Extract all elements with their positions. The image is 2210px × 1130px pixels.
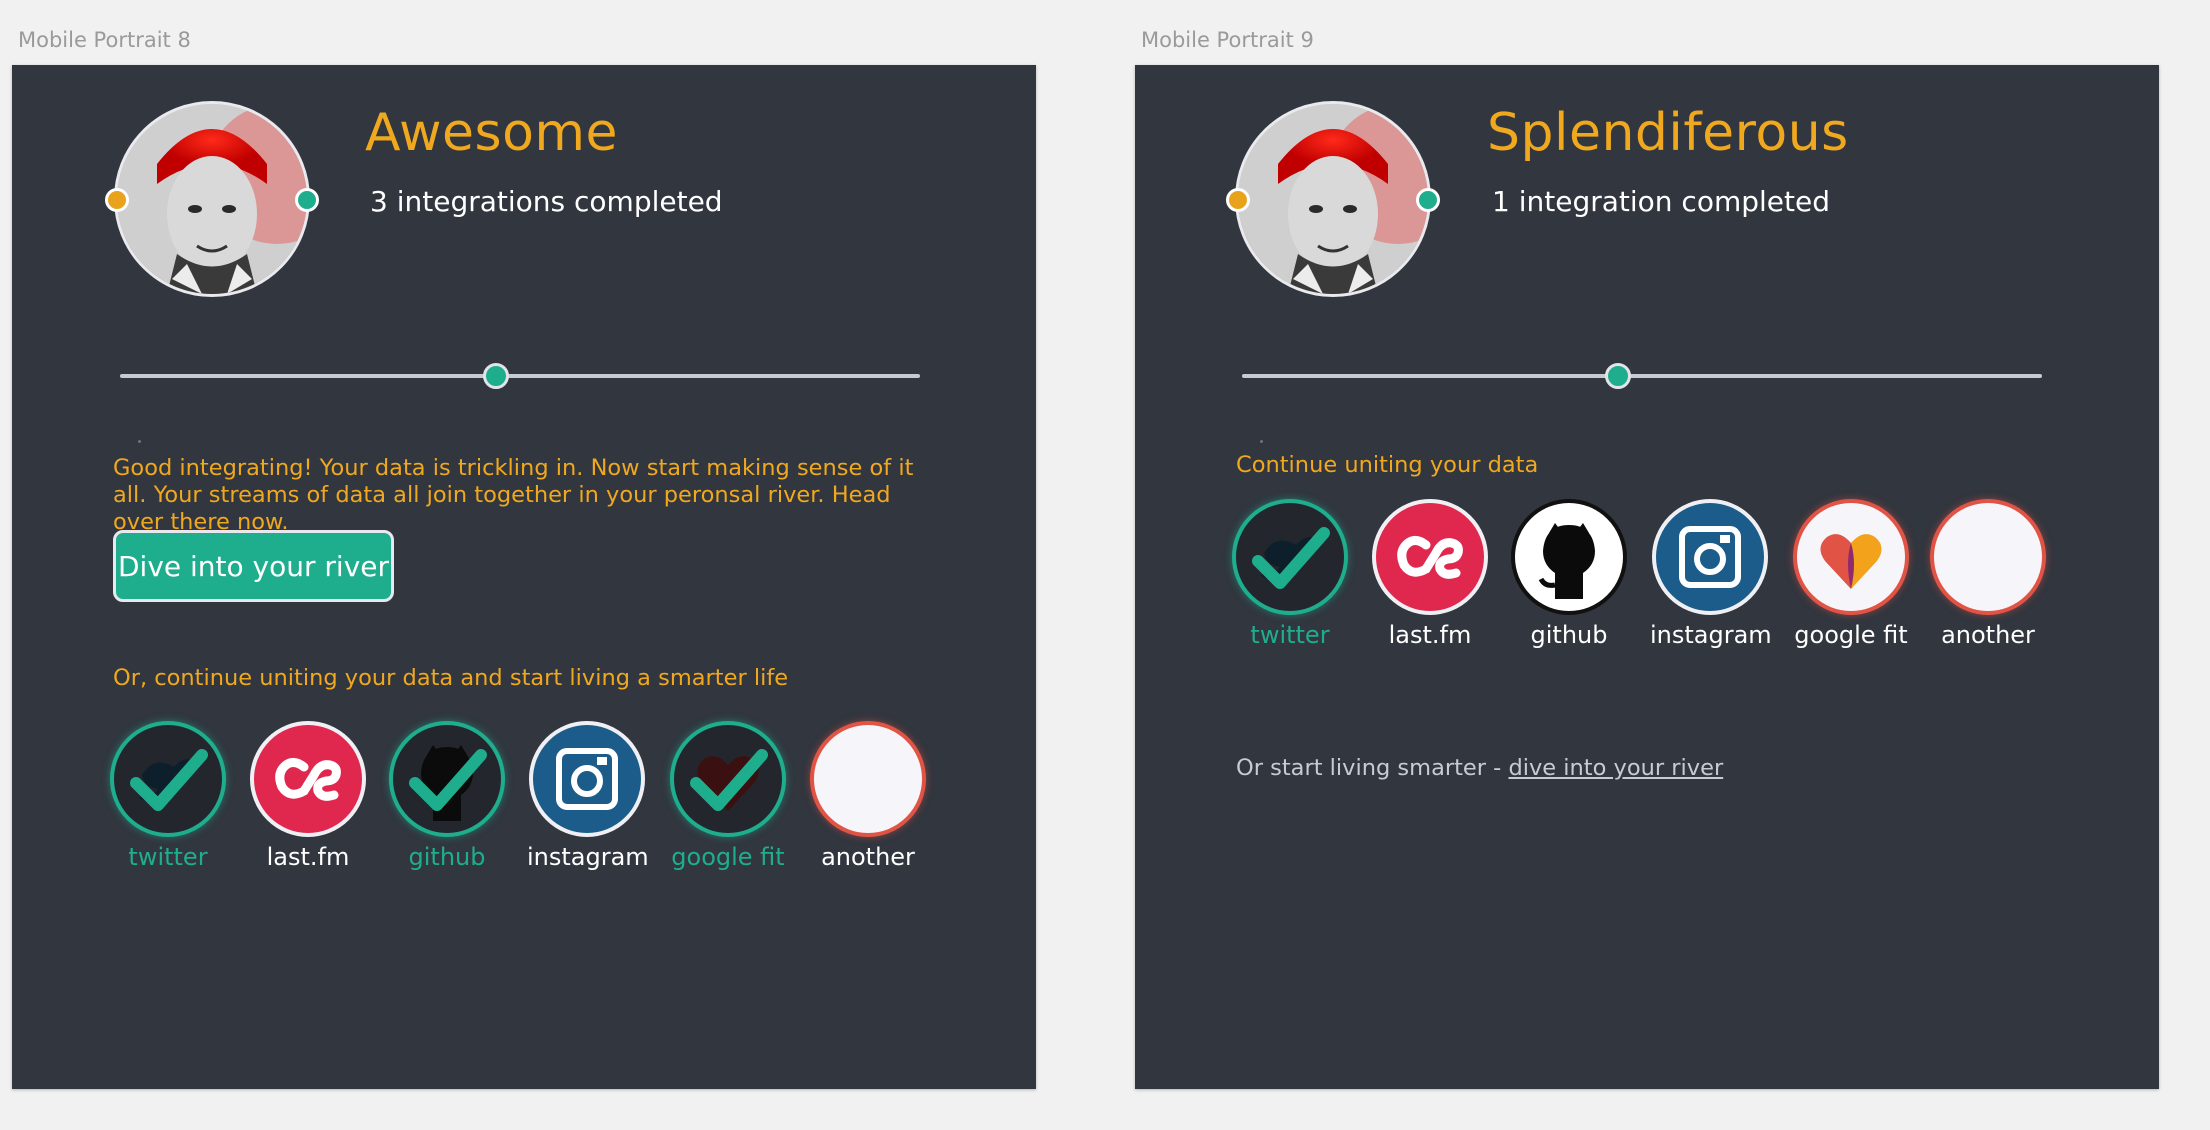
camera-icon [1652,499,1768,615]
integration-label: last.fm [1388,621,1472,649]
continue-uniting-label: Continue uniting your data [1236,452,1539,478]
integration-label: twitter [1250,621,1330,649]
integration-label: github [408,843,486,871]
progress-slider[interactable] [120,363,920,389]
continue-uniting-label: Or, continue uniting your data and start… [113,665,789,691]
artboard-name: Mobile Portrait 8 [18,28,191,52]
twitter-icon [1232,499,1348,615]
integration-label: last.fm [266,843,350,871]
integration-instagram[interactable]: instagram [1650,499,1772,649]
divider-dot [1260,440,1263,443]
integration-label: another [1941,621,2035,649]
integration-github[interactable]: github [1509,499,1629,649]
integration-label: another [821,843,915,871]
artboard-mobile-portrait-9: Splendiferous 1 integration completed Co… [1135,65,2159,1089]
avatar-portrait [117,104,307,294]
integration-label: github [1530,621,1608,649]
avatar-handle-right [295,188,319,212]
avatar [114,101,310,297]
integration-google-fit[interactable]: google fit [1791,499,1911,649]
lastfm-icon [1372,499,1488,615]
octocat-icon [389,721,505,837]
profile-avatar-ring [1226,101,1440,297]
heart-icon [670,721,786,837]
avatar-portrait [1238,104,1428,294]
avatar-handle-left [105,188,129,212]
integration-google-fit[interactable]: google fit [668,721,788,871]
page-title: Awesome [365,103,619,163]
integration-another[interactable]: another [808,721,928,871]
artboard-mobile-portrait-8: Awesome 3 integrations completed Good in… [12,65,1036,1089]
avatar-handle-right [1416,188,1440,212]
octocat-icon [1511,499,1627,615]
footer-cta: Or start living smarter - dive into your… [1236,755,1723,781]
dive-into-river-button[interactable]: Dive into your river [113,530,394,602]
integration-label: google fit [671,843,785,871]
page-title: Splendiferous [1487,103,1849,163]
integration-label: google fit [1794,621,1908,649]
heart-icon [1793,499,1909,615]
integrations-count: 3 integrations completed [370,185,723,218]
status-message: Good integrating! Your data is trickling… [113,455,914,535]
avatar [1235,101,1431,297]
integration-twitter[interactable]: twitter [1230,499,1350,649]
integration-lastfm[interactable]: last.fm [248,721,368,871]
avatar-handle-left [1226,188,1250,212]
progress-slider[interactable] [1242,363,2042,389]
lastfm-icon [250,721,366,837]
dive-into-river-link[interactable]: dive into your river [1508,755,1723,781]
empty-slot-icon [1930,499,2046,615]
integration-label: instagram [1650,621,1772,649]
footer-prefix: Or start living smarter - [1236,755,1509,781]
integration-label: twitter [128,843,208,871]
twitter-icon [110,721,226,837]
empty-slot-icon [810,721,926,837]
integration-instagram[interactable]: instagram [527,721,649,871]
slider-thumb[interactable] [1605,363,1631,389]
integrations-count: 1 integration completed [1492,185,1830,218]
integration-another[interactable]: another [1928,499,2048,649]
camera-icon [529,721,645,837]
integration-github[interactable]: github [387,721,507,871]
profile-avatar-ring [105,101,319,297]
integration-twitter[interactable]: twitter [108,721,228,871]
divider-dot [138,440,141,443]
slider-thumb[interactable] [483,363,509,389]
integration-lastfm[interactable]: last.fm [1370,499,1490,649]
artboard-name: Mobile Portrait 9 [1141,28,1314,52]
integration-label: instagram [527,843,649,871]
